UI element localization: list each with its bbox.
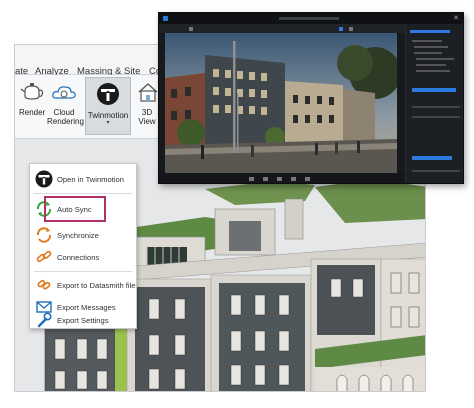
menu-item-open-in-twinmotion[interactable]: Open in Twinmotion bbox=[30, 168, 136, 190]
tm-dock-icon[interactable] bbox=[249, 177, 254, 181]
twinmotion-window: ✕ bbox=[158, 12, 464, 184]
tm-slider[interactable] bbox=[412, 116, 460, 118]
tm-tree-row[interactable] bbox=[412, 40, 442, 42]
menu-item-label: Open in Twinmotion bbox=[57, 174, 124, 184]
tm-tool-icon[interactable] bbox=[339, 27, 343, 31]
tm-dock-icon[interactable] bbox=[263, 177, 268, 181]
tm-dock-icon[interactable] bbox=[277, 177, 282, 181]
connections-icon bbox=[36, 250, 52, 263]
dropdown-arrow-icon[interactable]: ▾ bbox=[86, 120, 130, 127]
datasmith-icon bbox=[37, 279, 51, 290]
tm-dock-icon[interactable] bbox=[291, 177, 296, 181]
tm-window-title bbox=[279, 17, 339, 20]
3d-view-button[interactable]: 3D View bbox=[135, 81, 159, 126]
render-button[interactable]: Render bbox=[19, 81, 45, 117]
tm-dock-icon[interactable] bbox=[305, 177, 310, 181]
menu-item-export-datasmith[interactable]: Export to Datasmith file bbox=[30, 274, 136, 296]
tm-tool-icon[interactable] bbox=[349, 27, 353, 31]
twinmotion-button[interactable]: Twinmotion ▾ bbox=[85, 77, 131, 135]
auto-sync-highlight-box bbox=[44, 196, 106, 222]
tm-slider[interactable] bbox=[412, 106, 460, 108]
menu-item-connections[interactable]: Connections bbox=[30, 246, 136, 268]
twinmotion-dropdown-menu: Open in Twinmotion Auto Sync Synchronize… bbox=[29, 163, 137, 329]
tm-slider[interactable] bbox=[412, 170, 460, 172]
tm-toolbar bbox=[159, 24, 405, 33]
menu-divider bbox=[34, 193, 132, 194]
menu-item-label: Export to Datasmith file bbox=[57, 280, 136, 290]
settings-wrench-icon bbox=[37, 312, 52, 328]
tm-title-bar: ✕ bbox=[159, 13, 463, 24]
menu-item-label: Synchronize bbox=[57, 230, 99, 240]
tm-app-icon bbox=[163, 16, 168, 21]
twinmotion-logo-icon bbox=[35, 170, 53, 188]
tm-panel-header bbox=[410, 30, 450, 33]
tm-tree-row[interactable] bbox=[416, 58, 454, 60]
cloud-rendering-button[interactable]: Cloud Rendering bbox=[47, 81, 84, 126]
tm-tool-icon[interactable] bbox=[189, 27, 193, 31]
synchronize-icon bbox=[36, 227, 52, 243]
menu-item-label: Export Settings bbox=[57, 315, 109, 325]
menu-divider bbox=[34, 271, 132, 272]
cloud-rendering-label: Cloud Rendering bbox=[47, 108, 84, 126]
tm-tree-row[interactable] bbox=[416, 64, 446, 66]
tm-bottom-dock bbox=[159, 173, 405, 183]
tm-properties-panel bbox=[405, 24, 463, 183]
cloud-teapot-icon bbox=[52, 86, 76, 99]
3d-view-label: 3D View bbox=[138, 108, 156, 126]
tm-tree-row[interactable] bbox=[416, 70, 450, 72]
twinmotion-logo-icon bbox=[97, 83, 119, 105]
close-icon[interactable]: ✕ bbox=[453, 15, 459, 22]
tm-tree-row[interactable] bbox=[414, 46, 448, 48]
tm-section-bar bbox=[412, 88, 456, 92]
menu-item-export-settings[interactable]: Export Settings bbox=[30, 310, 136, 330]
menu-item-synchronize[interactable]: Synchronize bbox=[30, 224, 136, 246]
screenshot-stage: ate Analyze Massing & Site Collaborate R… bbox=[0, 0, 474, 408]
tm-render-viewport[interactable] bbox=[165, 33, 397, 173]
tm-tree-row[interactable] bbox=[414, 52, 442, 54]
twinmotion-label: Twinmotion bbox=[87, 111, 129, 120]
tm-section-bar bbox=[412, 156, 452, 160]
menu-item-label: Connections bbox=[57, 252, 100, 262]
render-label: Render bbox=[19, 108, 46, 117]
teapot-render-icon bbox=[20, 83, 44, 100]
tm-street-scene bbox=[165, 33, 397, 173]
